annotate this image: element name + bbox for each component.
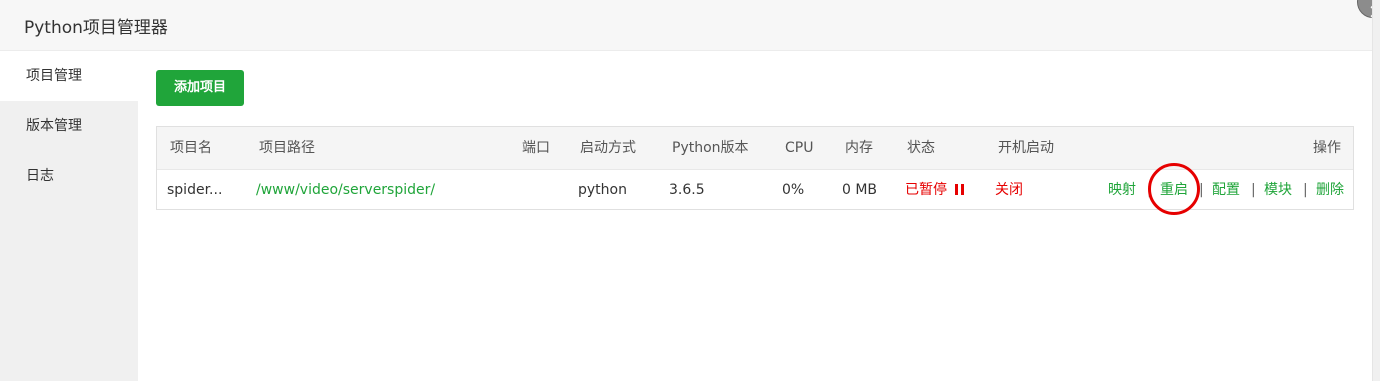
- cell-python-version: 3.6.5: [669, 182, 705, 198]
- projects-table: 项目名 项目路径 端口 启动方式 Python版本 CPU 内存 状态 开机启动…: [156, 126, 1354, 210]
- cell-start-mode: python: [578, 182, 627, 198]
- cell-path-link[interactable]: /www/video/serverspider/: [256, 170, 435, 210]
- header-name: 项目名: [170, 140, 212, 156]
- window-title: Python项目管理器: [24, 18, 168, 38]
- window-titlebar: Python项目管理器: [0, 0, 1372, 51]
- add-project-button[interactable]: 添加项目: [156, 70, 244, 106]
- status-label: 已暂停: [905, 182, 947, 198]
- action-separator: |: [1251, 182, 1256, 198]
- header-autostart: 开机启动: [998, 140, 1054, 156]
- action-map-link[interactable]: 映射: [1108, 170, 1136, 210]
- sidebar-item-projects[interactable]: 项目管理: [0, 51, 138, 101]
- autostart-toggle[interactable]: 关闭: [995, 170, 1023, 210]
- action-separator: |: [1199, 182, 1204, 198]
- action-delete-link[interactable]: 删除: [1316, 170, 1344, 210]
- sidebar-item-logs[interactable]: 日志: [0, 151, 138, 201]
- cell-name: spider...: [167, 182, 223, 198]
- header-memory: 内存: [845, 140, 873, 156]
- sidebar-item-versions[interactable]: 版本管理: [0, 101, 138, 151]
- action-separator: |: [1147, 182, 1152, 198]
- cell-memory: 0 MB: [842, 182, 878, 198]
- header-status: 状态: [907, 140, 935, 156]
- header-actions: 操作: [1313, 140, 1341, 156]
- header-python-version: Python版本: [672, 140, 749, 156]
- status-toggle[interactable]: 已暂停: [905, 170, 964, 210]
- main-content: 添加项目 项目名 项目路径 端口 启动方式 Python版本 CPU 内存 状态…: [138, 51, 1372, 381]
- cell-cpu: 0%: [782, 182, 805, 198]
- header-port: 端口: [522, 140, 550, 156]
- table-row: spider... /www/video/serverspider/ pytho…: [157, 170, 1353, 210]
- action-restart-link[interactable]: 重启: [1160, 170, 1188, 210]
- header-start-mode: 启动方式: [580, 140, 636, 156]
- action-config-link[interactable]: 配置: [1212, 170, 1240, 210]
- table-header: 项目名 项目路径 端口 启动方式 Python版本 CPU 内存 状态 开机启动…: [157, 127, 1353, 170]
- header-path: 项目路径: [259, 140, 315, 156]
- window-edge: [1372, 0, 1380, 381]
- action-separator: |: [1303, 182, 1308, 198]
- sidebar: 项目管理 版本管理 日志: [0, 51, 138, 381]
- header-cpu: CPU: [785, 140, 814, 156]
- action-modules-link[interactable]: 模块: [1264, 170, 1292, 210]
- pause-icon: [955, 184, 964, 195]
